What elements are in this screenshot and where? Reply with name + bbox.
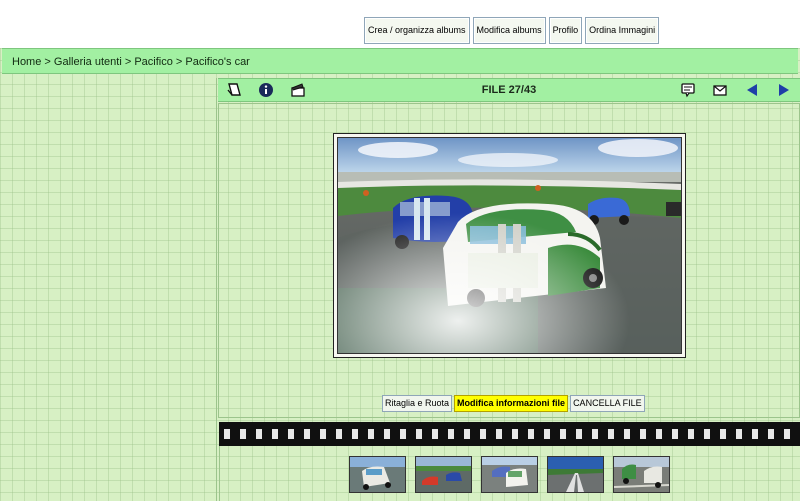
profile-button[interactable]: Profilo — [548, 17, 583, 44]
edit-albums-button[interactable]: Modifica albums — [472, 17, 546, 44]
thumbnail[interactable] — [613, 456, 670, 493]
top-nav: Crea / organizza albums Modifica albums … — [364, 17, 660, 44]
create-organize-albums-button[interactable]: Crea / organizza albums — [364, 17, 470, 44]
thumbnail[interactable] — [481, 456, 538, 493]
thumbnail[interactable] — [547, 456, 604, 493]
return-to-thumbnails-icon[interactable] — [226, 82, 242, 98]
breadcrumb-user[interactable]: Pacifico — [134, 56, 173, 68]
thumbnail[interactable] — [415, 456, 472, 493]
breadcrumb-album[interactable]: Pacifico's car — [185, 56, 249, 68]
delete-file-button[interactable]: CANCELLA FILE — [570, 395, 645, 412]
breadcrumb-separator: > — [121, 56, 135, 68]
breadcrumb-home[interactable]: Home — [12, 56, 41, 68]
breadcrumb-separator: > — [172, 56, 186, 68]
main-photo[interactable] — [337, 137, 682, 354]
thumbnail[interactable] — [349, 456, 406, 493]
photo-frame — [333, 133, 686, 358]
previous-arrow-icon[interactable] — [744, 82, 760, 98]
image-actions: Ritaglia e Ruota Modifica informazioni f… — [382, 395, 645, 412]
breadcrumb-separator: > — [41, 56, 54, 68]
comment-icon[interactable] — [680, 82, 696, 98]
ecard-email-icon[interactable] — [712, 82, 728, 98]
thumbnail-strip — [219, 446, 800, 501]
next-arrow-icon[interactable] — [776, 82, 792, 98]
breadcrumb-user-gallery[interactable]: Galleria utenti — [54, 56, 122, 68]
image-toolbar: FILE 27/43 — [218, 78, 800, 102]
info-icon[interactable] — [258, 82, 274, 98]
sort-images-button[interactable]: Ordina Immagini — [585, 17, 660, 44]
crop-rotate-button[interactable]: Ritaglia e Ruota — [382, 395, 453, 412]
breadcrumb: Home > Galleria utenti > Pacifico > Paci… — [2, 48, 798, 74]
filmstrip-border — [219, 422, 800, 446]
left-column — [2, 78, 217, 501]
edit-file-info-button[interactable]: Modifica informazioni file — [454, 395, 569, 412]
slideshow-icon[interactable] — [290, 82, 306, 98]
